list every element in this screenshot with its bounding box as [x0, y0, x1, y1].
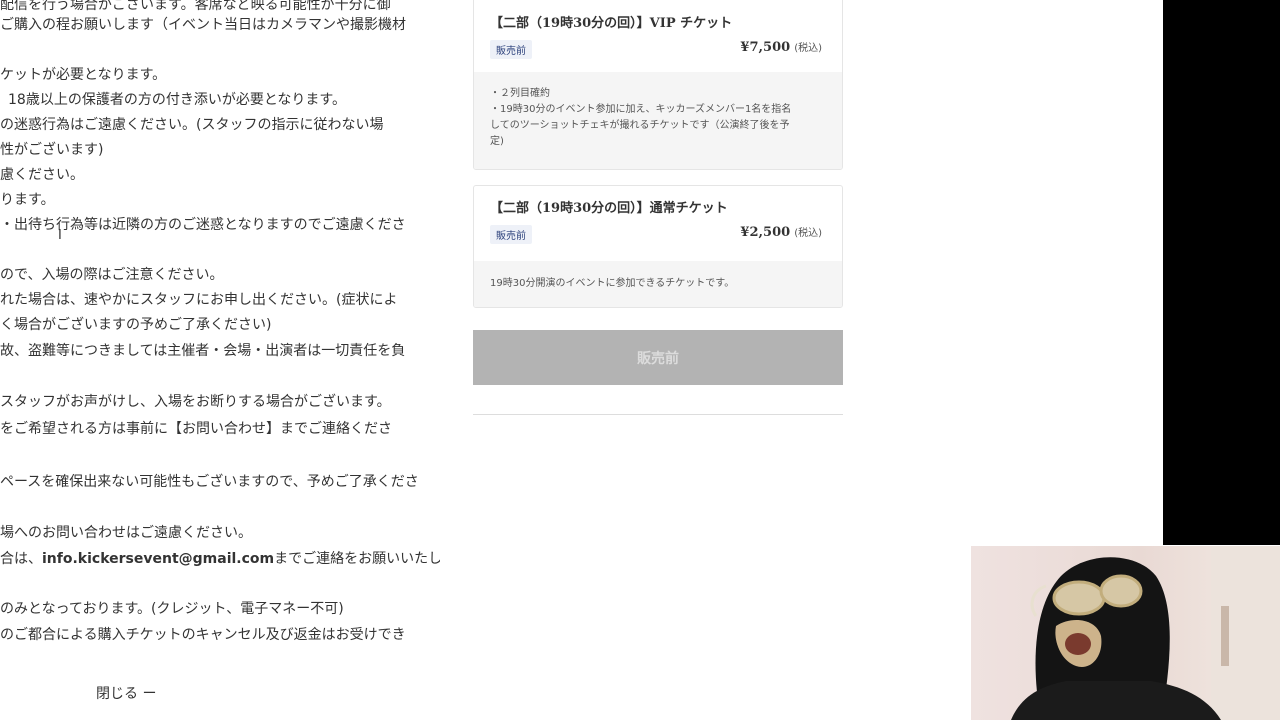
notice-line: 18歳以上の保護者の方の付き添いが必要となります。	[8, 92, 346, 108]
purchase-button[interactable]: 販売前	[473, 330, 843, 385]
description-line: ・19時30分のイベント参加に加え、キッカーズメンバー1名を指名	[490, 104, 792, 115]
price-value: ¥2,500	[740, 225, 791, 240]
section-divider	[473, 414, 843, 415]
ticket-price: ¥2,500 (税込)	[740, 224, 822, 240]
tax-label: (税込)	[794, 43, 822, 54]
ticket-price: ¥7,500 (税込)	[740, 39, 822, 55]
notice-line: スタッフがお声がけし、入場をお断りする場合がございます。	[0, 394, 391, 410]
notice-line: のみとなっております。(クレジット、電子マネー不可)	[0, 601, 344, 617]
notice-line: れた場合は、速やかにスタッフにお申し出ください。(症状によ	[0, 292, 398, 308]
notice-line: 故、盗難等につきましては主催者・会場・出演者は一切責任を負	[0, 343, 406, 359]
status-badge: 販売前	[490, 40, 532, 59]
status-badge: 販売前	[490, 225, 532, 244]
notice-line-email: 合は、info.kickersevent@gmail.comまでご連絡をお願いい…	[0, 550, 440, 568]
ticket-description: 19時30分開演のイベントに参加できるチケットです。	[474, 261, 842, 307]
notice-line: ケットが必要となります。	[0, 67, 167, 83]
description-line: してのツーショットチェキが撮れるチケットです（公演終了後を予	[490, 120, 790, 131]
notice-line: 配信を行う場合がございます。客席など映る可能性が十分に御	[0, 0, 391, 13]
ticket-title: 【二部（19時30分の回）】通常チケット	[490, 201, 728, 216]
notice-line: ペースを確保出来ない可能性もございますので、予めご了承くださ	[0, 474, 419, 490]
description-line: 定)	[490, 136, 504, 147]
description-line: ・２列目確約	[490, 88, 550, 99]
notice-line: の迷惑行為はご遠慮ください。(スタッフの指示に従わない場	[0, 117, 384, 133]
price-value: ¥7,500	[740, 40, 791, 55]
close-button[interactable]: 閉じる ー	[96, 683, 156, 703]
webcam-overlay	[971, 546, 1280, 720]
ticket-description: ・２列目確約 ・19時30分のイベント参加に加え、キッカーズメンバー1名を指名 …	[474, 72, 842, 169]
notice-line: ので、入場の際はご注意ください。	[0, 267, 224, 283]
notice-line: ご購入の程お願いします（イベント当日はカメラマンや撮影機材	[0, 17, 406, 33]
notice-text-panel: 配信を行う場合がございます。客席など映る可能性が十分に御 ご購入の程お願いします…	[0, 0, 440, 720]
ticket-card-vip[interactable]: 【二部（19時30分の回）】VIP チケット 販売前 ¥7,500 (税込) ・２…	[473, 0, 843, 170]
ticket-title: 【二部（19時30分の回）】VIP チケット	[490, 16, 733, 31]
notice-line: く場合がございますの予めご了承ください)	[0, 317, 272, 333]
text-cursor-icon: Ι	[58, 228, 62, 243]
description-line: 19時30分開演のイベントに参加できるチケットです。	[490, 278, 735, 289]
notice-line: をご希望される方は事前に【お問い合わせ】までご連絡くださ	[0, 421, 392, 437]
notice-line: ります。	[0, 192, 55, 208]
notice-line: 場へのお問い合わせはご遠慮ください。	[0, 525, 252, 541]
webcam-figure	[1011, 546, 1280, 720]
notice-line-prefix: 合は、	[0, 551, 42, 567]
dark-side-panel	[1163, 0, 1280, 545]
notice-line: 性がございます)	[0, 142, 104, 158]
notice-line-suffix: までご連絡をお願いいたし	[274, 551, 440, 567]
notice-line: 慮ください。	[0, 167, 84, 183]
notice-line: のご都合による購入チケットのキャンセル及び返金はお受けでき	[0, 627, 406, 643]
ticket-card-regular[interactable]: 【二部（19時30分の回）】通常チケット 販売前 ¥2,500 (税込) 19時3…	[473, 185, 843, 308]
tax-label: (税込)	[794, 228, 822, 239]
contact-email[interactable]: info.kickersevent@gmail.com	[42, 551, 274, 567]
